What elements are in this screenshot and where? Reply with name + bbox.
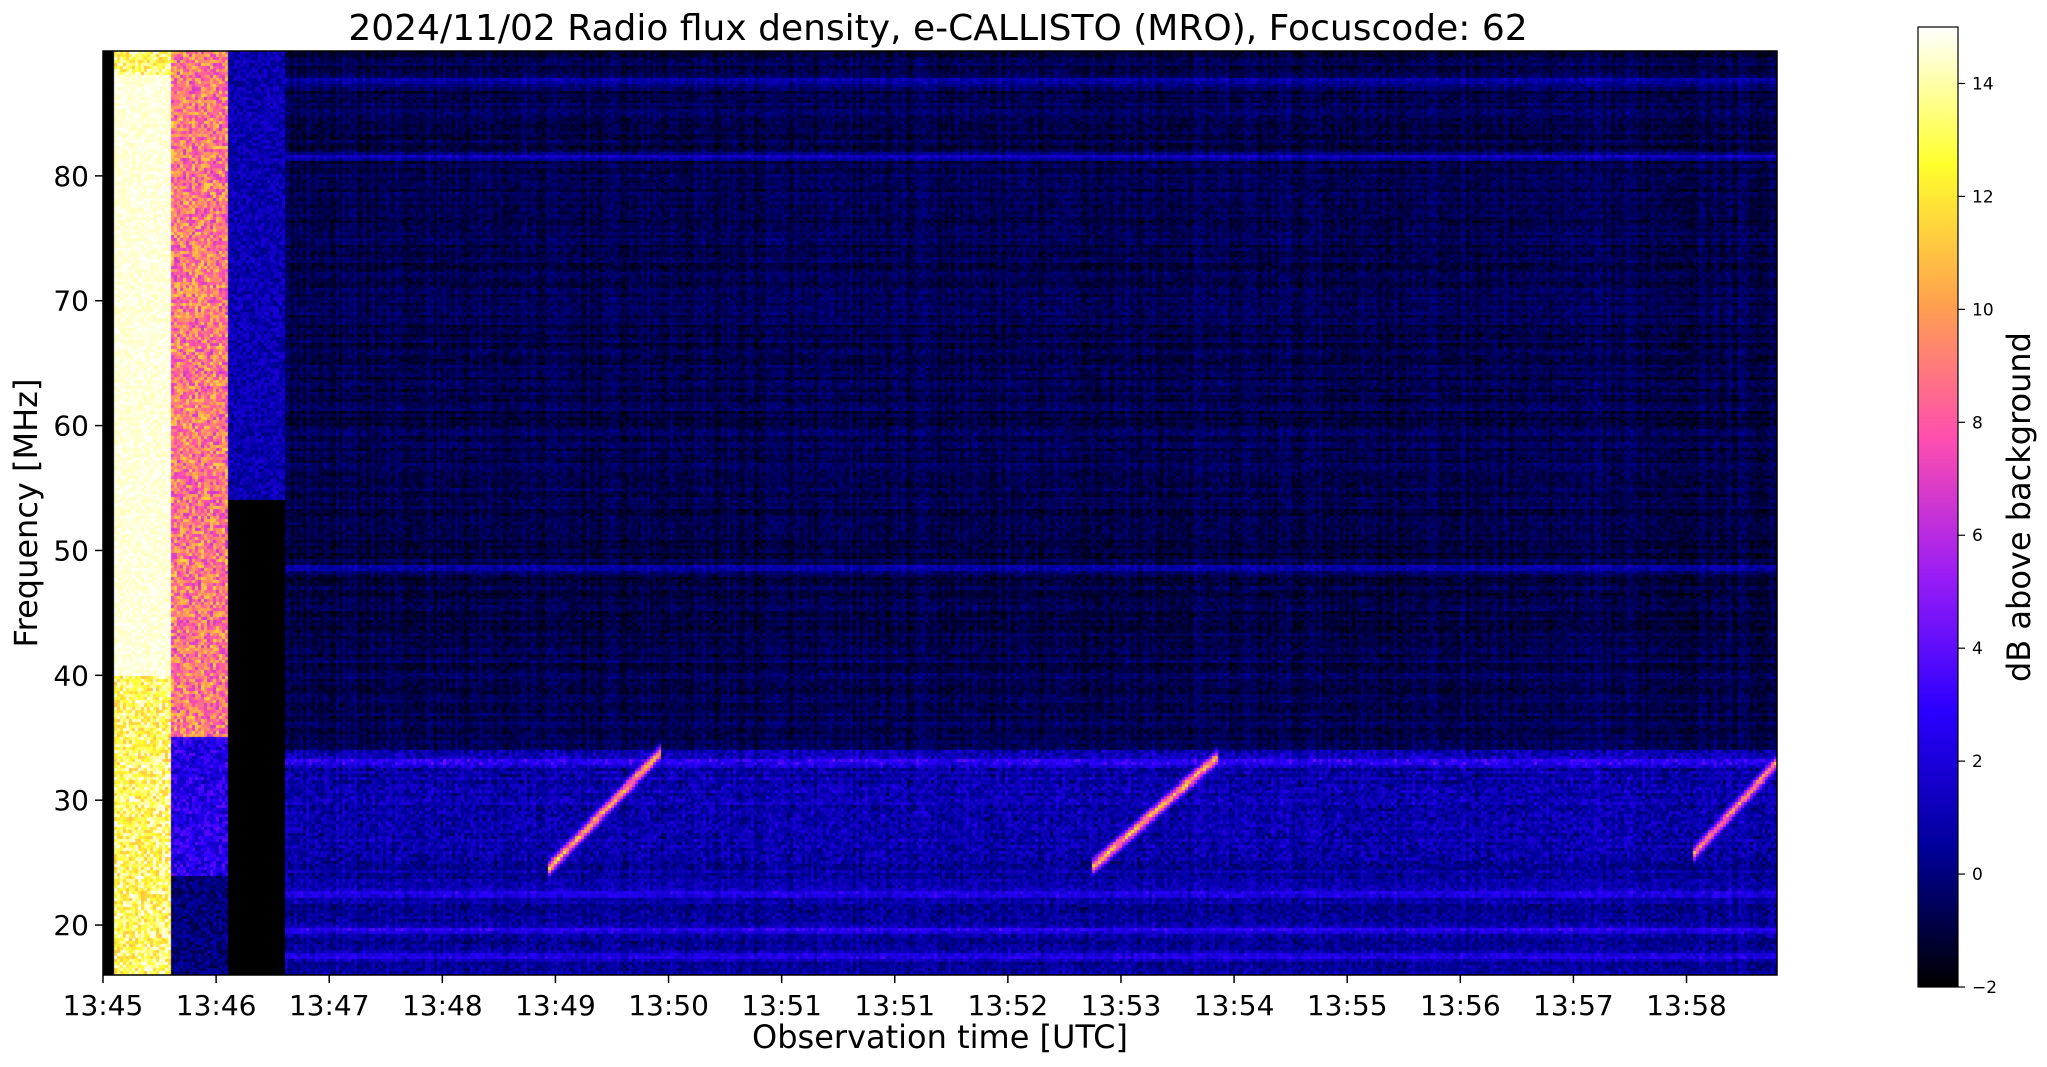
colorbar-ticks: −2 0 2 4 6 8 10 12 14 bbox=[1958, 74, 1997, 998]
spectrogram-figure: 2024/11/02 Radio flux density, e-CALLIST… bbox=[7, 8, 2038, 1056]
colorbar-tick-label: 2 bbox=[1972, 752, 1983, 772]
x-tick-label: 13:46 bbox=[176, 989, 257, 1022]
x-tick-label: 13:55 bbox=[1307, 989, 1388, 1022]
x-tick-label: 13:56 bbox=[1420, 989, 1501, 1022]
x-tick-label: 13:49 bbox=[515, 989, 596, 1022]
colorbar-tick-label: 6 bbox=[1972, 526, 1983, 546]
y-tick-label: 60 bbox=[53, 410, 89, 443]
x-axis: 13:45 13:46 13:47 13:48 13:49 13:50 13:51 13:51… bbox=[63, 975, 1727, 1022]
y-axis-label: Frequency [MHz] bbox=[7, 379, 45, 648]
chart-title: 2024/11/02 Radio flux density, e-CALLIST… bbox=[348, 8, 1527, 49]
spectrogram-heatmap bbox=[103, 51, 1777, 975]
y-tick-label: 70 bbox=[53, 285, 89, 318]
y-axis: 20 30 40 50 60 70 80 bbox=[53, 160, 103, 942]
colorbar-tick-label: 10 bbox=[1972, 300, 1994, 320]
x-axis-label: Observation time [UTC] bbox=[752, 1018, 1128, 1056]
y-tick-label: 50 bbox=[53, 534, 89, 567]
y-tick-label: 80 bbox=[53, 160, 89, 193]
x-tick-label: 13:54 bbox=[1194, 989, 1275, 1022]
y-tick-label: 20 bbox=[53, 909, 89, 942]
colorbar-tick-label: 8 bbox=[1972, 413, 1983, 433]
colorbar-tick-label: 12 bbox=[1972, 187, 1994, 207]
plot-area bbox=[102, 50, 1778, 976]
x-tick-label: 13:45 bbox=[63, 989, 144, 1022]
x-tick-label: 13:50 bbox=[628, 989, 709, 1022]
colorbar-tick-label: 0 bbox=[1972, 865, 1983, 885]
x-tick-label: 13:47 bbox=[289, 989, 370, 1022]
colorbar-gradient bbox=[1918, 27, 1958, 987]
x-tick-label: 13:57 bbox=[1533, 989, 1614, 1022]
colorbar-tick-label: −2 bbox=[1972, 978, 1997, 998]
y-tick-label: 30 bbox=[53, 784, 89, 817]
colorbar-label: dB above background bbox=[2000, 332, 2038, 682]
colorbar-tick-label: 14 bbox=[1972, 74, 1994, 94]
colorbar: −2 0 2 4 6 8 10 12 14 dB above background bbox=[1917, 26, 2038, 998]
y-tick-label: 40 bbox=[53, 659, 89, 692]
colorbar-tick-label: 4 bbox=[1972, 639, 1983, 659]
x-tick-label: 13:58 bbox=[1646, 989, 1727, 1022]
x-tick-label: 13:48 bbox=[402, 989, 483, 1022]
